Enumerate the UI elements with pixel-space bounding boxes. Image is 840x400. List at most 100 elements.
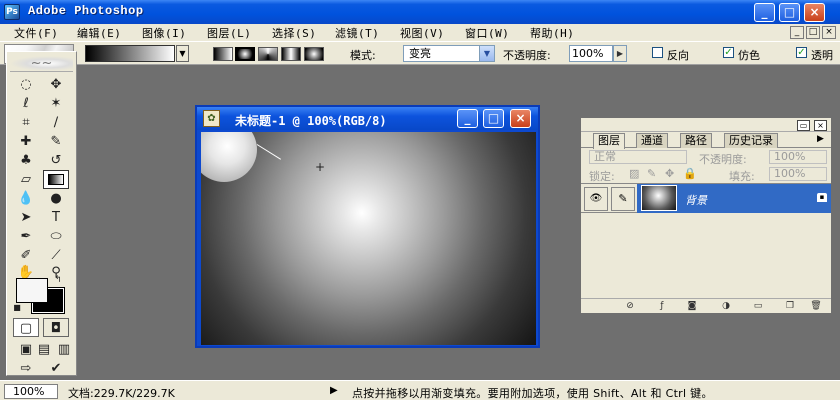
quick-mask-mode-icon[interactable]: ◘ [43, 318, 69, 337]
move-tool-icon[interactable]: ✥ [43, 75, 69, 94]
document-title-bar[interactable]: ✿ 未标题-1 @ 100%(RGB/8) _ □ × [197, 107, 538, 130]
slice-tool-icon[interactable]: ∕ [43, 113, 69, 132]
default-colors-icon[interactable]: ■ [11, 302, 23, 314]
new-layer-icon[interactable]: ❐ [783, 300, 797, 312]
gradient-preview[interactable] [85, 45, 175, 62]
doc-close-button[interactable]: × [822, 26, 836, 39]
document-size-info[interactable]: 文档:229.7K/229.7K [68, 385, 175, 400]
lock-image-icon[interactable]: ✎ [647, 167, 656, 180]
close-button[interactable]: × [804, 3, 825, 22]
reverse-checkbox[interactable] [652, 47, 663, 58]
layer-row-background[interactable]: 👁 ✎ 背景 ▪ [581, 183, 831, 213]
mode-label: 模式: [350, 49, 376, 62]
new-group-icon[interactable]: ▭ [751, 300, 765, 312]
magic-wand-tool-icon[interactable]: ✶ [43, 94, 69, 113]
imageready-icon[interactable]: ✔ [43, 359, 69, 378]
toolbox: ~~ ◌ ✥ ℓ ✶ ⌗ ∕ ✚ ✎ ♣ ↺ ▱ 💧 ● ➤ T ✒ ⬭ ✐ ⟋… [6, 51, 77, 376]
ellipse-tool-icon[interactable]: ⬭ [43, 227, 69, 246]
pen-tool-icon[interactable]: ✒ [13, 227, 39, 246]
gradient-drag-line [256, 144, 282, 160]
minimize-button[interactable]: _ [754, 3, 775, 22]
angle-gradient-button[interactable] [258, 47, 278, 61]
fill-input[interactable]: 100% [769, 167, 827, 181]
layer-item-selected[interactable]: 背景 ▪ [637, 184, 831, 213]
blend-mode-select[interactable]: 正常 [589, 150, 687, 164]
radial-gradient-button[interactable] [235, 47, 255, 61]
feather-logo: ~~ [10, 56, 73, 72]
menu-view[interactable]: 视图(V) [400, 25, 444, 41]
document-maximize-button[interactable]: □ [483, 109, 504, 128]
layer-opacity-input[interactable]: 100% [769, 150, 827, 164]
history-brush-tool-icon[interactable]: ↺ [43, 151, 69, 170]
menu-select[interactable]: 选择(S) [272, 25, 316, 41]
layers-panel-header[interactable]: ▭ × [581, 118, 831, 132]
dodge-tool-icon[interactable]: ● [43, 189, 69, 208]
gradient-dropdown-button[interactable]: ▼ [176, 45, 189, 62]
dither-checkbox[interactable]: ✓ [723, 47, 734, 58]
lock-transparency-icon[interactable]: ▨ [629, 167, 639, 180]
tab-layers[interactable]: 图层 [593, 133, 625, 149]
crop-tool-icon[interactable]: ⌗ [13, 113, 39, 132]
layers-panel-footer: ⊘ ƒ ◙ ◑ ▭ ❐ 🗑 [581, 298, 831, 313]
blur-tool-icon[interactable]: 💧 [13, 189, 39, 208]
brush-tool-icon[interactable]: ✎ [43, 132, 69, 151]
layer-brush-icon[interactable]: ✎ [611, 187, 635, 211]
clone-stamp-tool-icon[interactable]: ♣ [13, 151, 39, 170]
document-icon[interactable]: ✿ [203, 110, 220, 127]
status-arrow-icon[interactable]: ▶ [330, 385, 338, 396]
type-tool-icon[interactable]: T [43, 208, 69, 227]
opacity-slider-button[interactable]: ▶ [613, 45, 627, 62]
menu-edit[interactable]: 编辑(E) [77, 25, 121, 41]
linear-gradient-button[interactable] [213, 47, 233, 61]
zoom-input[interactable]: 100% [4, 384, 58, 399]
gradient-tool-icon[interactable] [43, 170, 69, 189]
new-fill-layer-icon[interactable]: ◑ [719, 300, 733, 312]
reflected-gradient-button[interactable] [281, 47, 301, 61]
path-selection-tool-icon[interactable]: ➤ [13, 208, 39, 227]
add-layer-style-icon[interactable]: ƒ [655, 300, 669, 312]
panel-menu-arrow-icon[interactable]: ▶ [817, 134, 824, 144]
menu-layer[interactable]: 图层(L) [207, 25, 251, 41]
layers-panel-tabs: 图层 通道 路径 历史记录 ▶ [581, 132, 831, 149]
swap-colors-icon[interactable]: ↰ [51, 274, 65, 286]
document-close-button[interactable]: × [510, 109, 531, 128]
menu-window[interactable]: 窗口(W) [465, 25, 509, 41]
link-layers-icon[interactable]: ⊘ [623, 300, 637, 312]
transparency-checkbox[interactable]: ✓ [796, 47, 807, 58]
tab-paths[interactable]: 路径 [680, 133, 712, 148]
add-mask-icon[interactable]: ◙ [685, 300, 699, 312]
diamond-gradient-button[interactable] [304, 47, 324, 61]
lock-label: 锁定: [589, 170, 615, 183]
panel-minimize-button[interactable]: ▭ [797, 120, 810, 131]
photoshop-app-icon[interactable]: Ps [4, 4, 20, 20]
menu-file[interactable]: 文件(F) [14, 25, 58, 41]
standard-mode-icon[interactable]: ▢ [13, 318, 39, 337]
document-minimize-button[interactable]: _ [457, 109, 478, 128]
menu-filter[interactable]: 滤镜(T) [335, 25, 379, 41]
doc-restore-button[interactable]: □ [806, 26, 820, 39]
jump-to-imageready-icon[interactable]: ⇨ [13, 359, 39, 378]
fill-label: 填充: [729, 170, 755, 183]
mode-select[interactable]: 变亮 ▼ [403, 45, 495, 62]
lock-position-icon[interactable]: ✥ [665, 167, 674, 180]
eraser-tool-icon[interactable]: ▱ [13, 170, 39, 189]
visibility-eye-icon[interactable]: 👁 [584, 187, 608, 211]
marquee-tool-icon[interactable]: ◌ [13, 75, 39, 94]
screen-mode-full-icon[interactable]: ▥ [51, 340, 77, 359]
delete-layer-icon[interactable]: 🗑 [809, 300, 823, 312]
menu-help[interactable]: 帮助(H) [530, 25, 574, 41]
lasso-tool-icon[interactable]: ℓ [13, 94, 39, 113]
lock-all-icon[interactable]: 🔒 [683, 167, 697, 180]
menu-image[interactable]: 图像(I) [142, 25, 186, 41]
foreground-color-swatch[interactable] [16, 278, 48, 303]
image-canvas[interactable]: + [201, 132, 536, 345]
layer-thumbnail [641, 185, 677, 211]
maximize-button[interactable]: □ [779, 3, 800, 22]
tab-channels[interactable]: 通道 [636, 133, 668, 148]
panel-close-button[interactable]: × [814, 120, 827, 131]
opacity-input[interactable]: 100% [569, 45, 613, 62]
healing-brush-tool-icon[interactable]: ✚ [13, 132, 39, 151]
tab-history[interactable]: 历史记录 [724, 133, 778, 148]
doc-minimize-button[interactable]: _ [790, 26, 804, 39]
lock-row: 锁定: ▨ ✎ ✥ 🔒 填充: 100% [581, 165, 831, 183]
